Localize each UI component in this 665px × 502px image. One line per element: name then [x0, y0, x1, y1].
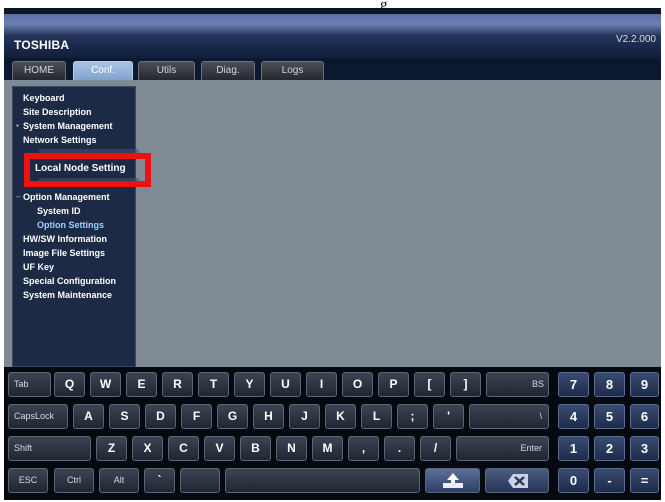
key-r[interactable]: R: [162, 372, 193, 397]
key-tab[interactable]: Tab: [8, 372, 51, 397]
key-a[interactable]: A: [73, 404, 104, 429]
device-screen: TOSHIBA V2.2.000 HOME Conf. Utils Diag. …: [4, 8, 661, 500]
on-screen-keyboard: Tab Q W E R T Y U I O P [ ] BS 7 8 9 Cap…: [4, 367, 661, 500]
key-l[interactable]: L: [361, 404, 392, 429]
key-g[interactable]: G: [217, 404, 248, 429]
key-period[interactable]: .: [384, 436, 415, 461]
key-w[interactable]: W: [90, 372, 121, 397]
key-num-3[interactable]: 3: [630, 436, 659, 461]
sidebar-item-uf-key[interactable]: UF Key: [23, 261, 54, 273]
key-num-1[interactable]: 1: [558, 436, 589, 461]
key-semicolon[interactable]: ;: [397, 404, 428, 429]
key-x[interactable]: X: [132, 436, 163, 461]
sidebar-item-option-management[interactable]: Option Management: [23, 191, 135, 203]
key-quote[interactable]: ': [433, 404, 464, 429]
key-k[interactable]: K: [325, 404, 356, 429]
key-left-bracket[interactable]: [: [414, 372, 445, 397]
key-comma[interactable]: ,: [348, 436, 379, 461]
key-shift[interactable]: Shift: [8, 436, 91, 461]
tab-conf[interactable]: Conf.: [73, 61, 133, 81]
upload-icon: [442, 473, 463, 488]
expand-icon[interactable]: ▪: [16, 120, 19, 132]
main-content-area: Keyboard Site Description ▪ System Manag…: [4, 80, 661, 367]
key-space[interactable]: [225, 468, 420, 493]
key-n[interactable]: N: [276, 436, 307, 461]
key-v[interactable]: V: [204, 436, 235, 461]
key-num-4[interactable]: 4: [558, 404, 589, 429]
key-minus[interactable]: -: [594, 468, 625, 493]
sidebar-item-image-file-settings[interactable]: Image File Settings: [23, 247, 105, 259]
key-m[interactable]: M: [312, 436, 343, 461]
key-f[interactable]: F: [181, 404, 212, 429]
sidebar-item-hw-sw-information[interactable]: HW/SW Information: [23, 233, 107, 245]
tab-utils[interactable]: Utils: [138, 61, 195, 80]
key-clear[interactable]: [485, 468, 549, 493]
key-equals[interactable]: =: [630, 468, 659, 493]
key-ctrl[interactable]: Ctrl: [54, 468, 94, 493]
tab-logs[interactable]: Logs: [261, 61, 324, 80]
key-c[interactable]: C: [168, 436, 199, 461]
key-upload[interactable]: [425, 468, 480, 493]
sidebar-item-site-description[interactable]: Site Description: [23, 106, 92, 118]
key-alt[interactable]: Alt: [99, 468, 139, 493]
key-h[interactable]: H: [253, 404, 284, 429]
key-capslock[interactable]: CapsLock: [8, 404, 68, 429]
sidebar-item-system-maintenance[interactable]: System Maintenance: [23, 289, 135, 301]
sidebar-item-system-id[interactable]: System ID: [37, 205, 81, 217]
key-num-9[interactable]: 9: [630, 372, 659, 397]
key-num-7[interactable]: 7: [558, 372, 589, 397]
key-backspace[interactable]: BS: [486, 372, 549, 397]
key-i[interactable]: I: [306, 372, 337, 397]
key-esc[interactable]: ESC: [8, 468, 48, 493]
tab-home[interactable]: HOME: [12, 61, 66, 80]
key-right-bracket[interactable]: ]: [450, 372, 481, 397]
sidebar-menu: Keyboard Site Description ▪ System Manag…: [12, 86, 139, 367]
key-t[interactable]: T: [198, 372, 229, 397]
key-num-6[interactable]: 6: [630, 404, 659, 429]
key-slash[interactable]: /: [420, 436, 451, 461]
version-label: V2.2.000: [615, 34, 656, 45]
key-num-5[interactable]: 5: [594, 404, 625, 429]
sidebar-item-option-settings[interactable]: Option Settings: [37, 219, 104, 231]
key-s[interactable]: S: [109, 404, 140, 429]
key-j[interactable]: J: [289, 404, 320, 429]
key-p[interactable]: P: [378, 372, 409, 397]
key-u[interactable]: U: [270, 372, 301, 397]
key-q[interactable]: Q: [54, 372, 85, 397]
collapse-icon[interactable]: –: [16, 191, 20, 203]
key-y[interactable]: Y: [234, 372, 265, 397]
tab-bar: HOME Conf. Utils Diag. Logs: [4, 58, 661, 81]
sidebar-item-keyboard[interactable]: Keyboard: [23, 92, 65, 104]
tab-diag[interactable]: Diag.: [201, 61, 255, 80]
red-highlight-box: [24, 153, 151, 187]
key-num-2[interactable]: 2: [594, 436, 625, 461]
brand-logo: TOSHIBA: [14, 38, 70, 52]
clear-x-icon: [508, 474, 528, 488]
key-b[interactable]: B: [240, 436, 271, 461]
key-z[interactable]: Z: [96, 436, 127, 461]
key-o[interactable]: O: [342, 372, 373, 397]
key-d[interactable]: D: [145, 404, 176, 429]
key-enter[interactable]: Enter: [456, 436, 549, 461]
key-e[interactable]: E: [126, 372, 157, 397]
key-backtick[interactable]: `: [144, 468, 175, 493]
key-num-8[interactable]: 8: [594, 372, 625, 397]
sidebar-item-system-management[interactable]: System Management: [23, 120, 135, 132]
sidebar-item-network-settings[interactable]: Network Settings: [23, 134, 97, 146]
key-blank[interactable]: [180, 468, 220, 493]
key-num-0[interactable]: 0: [558, 468, 589, 493]
sidebar-item-special-configuration[interactable]: Special Configuration: [23, 275, 135, 287]
key-backslash[interactable]: \: [469, 404, 549, 429]
